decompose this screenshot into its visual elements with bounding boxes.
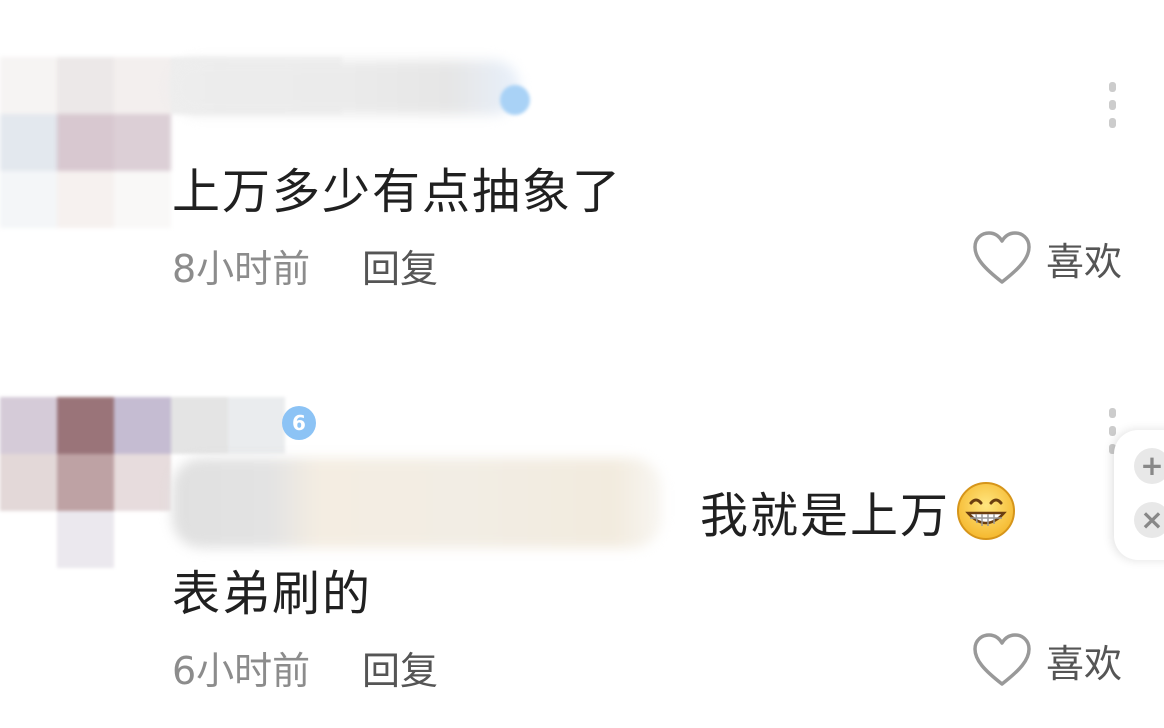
comment-text: 表弟刷的	[172, 566, 373, 622]
like-button[interactable]: 喜欢	[972, 230, 1122, 286]
comment-time: 8小时前	[172, 247, 311, 291]
heart-outline-icon	[973, 231, 1031, 284]
heart-outline-icon	[973, 633, 1031, 686]
username[interactable]	[170, 60, 520, 115]
comment-text: 上万多少有点抽象了	[172, 164, 623, 220]
like-label: 喜欢	[1046, 641, 1123, 686]
floating-side-panel: + ×	[1114, 430, 1164, 560]
reply-context: 我就是上万	[700, 476, 1016, 546]
plus-icon[interactable]: +	[1134, 448, 1164, 484]
like-label: 喜欢	[1046, 239, 1123, 284]
more-options-icon[interactable]	[1108, 82, 1116, 128]
comment-time: 6小时前	[172, 649, 311, 693]
level-badge-icon: 6	[282, 406, 316, 440]
reply-context-text: 我就是上万	[700, 488, 951, 544]
reply-button[interactable]: 回复	[362, 640, 438, 695]
grinning-face-icon	[957, 482, 1016, 540]
comment-item: 上万多少有点抽象了 8小时前 回复 喜欢	[0, 0, 1164, 330]
username[interactable]	[172, 458, 662, 548]
level-badge-icon	[500, 85, 530, 115]
comment-item: 6 我就是上万 表弟刷的 6小时前 回复 喜欢	[0, 340, 1164, 728]
like-button[interactable]: 喜欢	[972, 632, 1122, 688]
reply-button[interactable]: 回复	[362, 238, 438, 293]
close-icon[interactable]: ×	[1134, 502, 1164, 538]
